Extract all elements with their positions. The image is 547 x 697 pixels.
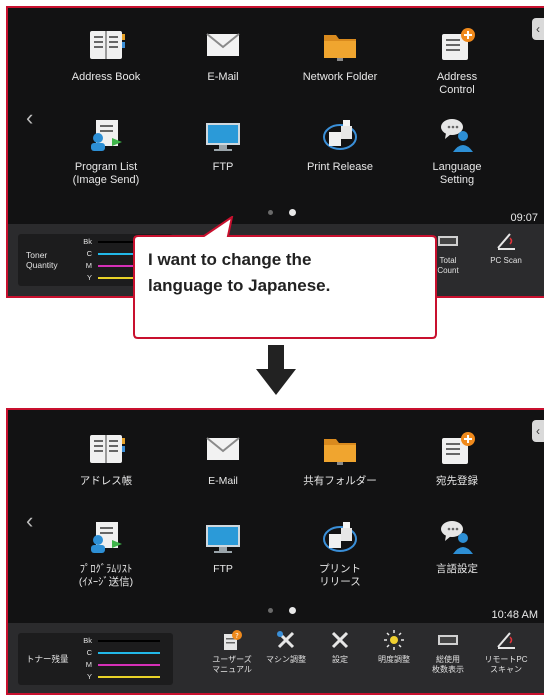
tile-label: E-Mail: [208, 475, 238, 487]
page-dot-active[interactable]: [289, 607, 296, 615]
tile-language-setting[interactable]: Language Setting: [402, 116, 512, 187]
tile-email[interactable]: E-Mail: [168, 26, 278, 84]
tile-email[interactable]: E-Mail: [168, 430, 278, 488]
network-folder-icon: [320, 26, 360, 64]
tile-label: 宛先登録: [436, 475, 478, 487]
tile-label: Address Control: [436, 71, 478, 96]
program-list-icon: [86, 116, 126, 154]
address-control-icon: [437, 26, 477, 64]
ftp-icon: [203, 116, 243, 154]
tile-address-control[interactable]: Address Control: [402, 26, 512, 97]
brightness-button[interactable]: 明度調整: [366, 629, 422, 665]
home-screen: ‹ ‹ アドレス帳 E-Mail 共有フォルダー 宛先登録 ﾌﾟﾛｸﾞﾗﾑﾘｽﾄ…: [8, 410, 544, 625]
tile-label: 共有フォルダー: [303, 475, 377, 487]
clock: 10:48 AM: [491, 609, 538, 621]
page-dot[interactable]: [268, 210, 273, 216]
toner-row-c: C: [78, 648, 168, 658]
tile-label: FTP: [213, 563, 233, 575]
prev-page-arrow-icon[interactable]: ‹: [26, 510, 33, 532]
email-icon: [203, 26, 243, 64]
user-manual-icon: ?: [221, 629, 243, 651]
tile-ftp[interactable]: FTP: [168, 116, 278, 174]
button-label: 総使用 枚数表示: [432, 655, 464, 674]
tile-label: E-Mail: [207, 71, 239, 83]
address-control-icon: [437, 430, 477, 468]
side-panel-tab[interactable]: ‹: [532, 18, 544, 40]
address-book-icon: [86, 26, 126, 64]
prev-page-arrow-icon[interactable]: ‹: [26, 107, 33, 129]
tile-address-book[interactable]: Address Book: [51, 26, 161, 84]
toner-level-bar: [98, 676, 160, 678]
tile-label: Address Book: [71, 71, 141, 83]
clock: 09:07: [510, 212, 538, 224]
pc-scan-icon: [495, 230, 517, 252]
tile-network-folder[interactable]: Network Folder: [285, 26, 395, 84]
button-label: PC Scan: [490, 256, 522, 265]
toner-level-bar: [98, 664, 160, 666]
system-bar: トナー残量 Bk C M Y ? ユーザーズ マニュアル マシン調整 設定 明度…: [8, 623, 544, 693]
tile-program-list[interactable]: Program List (Image Send): [51, 116, 161, 187]
language-setting-icon: [437, 518, 477, 556]
toner-row-m: M: [78, 660, 168, 670]
japanese-screen: ‹ ‹ アドレス帳 E-Mail 共有フォルダー 宛先登録 ﾌﾟﾛｸﾞﾗﾑﾘｽﾄ…: [6, 408, 544, 695]
toner-title: トナー残量: [26, 654, 69, 664]
counter-icon: [437, 629, 459, 651]
tile-label: 言語設定: [436, 563, 478, 575]
down-arrow-icon: [256, 345, 296, 395]
remote-pc-scan-button[interactable]: リモートPC スキャン: [478, 629, 534, 675]
callout-text: I want to change the language to Japanes…: [148, 250, 331, 295]
brightness-icon: [383, 629, 405, 651]
pc-scan-button[interactable]: PC Scan: [478, 230, 534, 266]
tile-label: Program List (Image Send): [72, 161, 140, 186]
user-manual-button[interactable]: ? ユーザーズ マニュアル: [204, 629, 260, 675]
tile-language-setting[interactable]: 言語設定: [402, 518, 512, 576]
tile-label: Network Folder: [302, 71, 378, 83]
print-release-icon: [320, 116, 360, 154]
settings-icon: [329, 629, 351, 651]
page-indicator: [268, 602, 312, 620]
machine-adjust-icon: [275, 629, 297, 651]
page-dot[interactable]: [268, 608, 273, 614]
tile-program-list[interactable]: ﾌﾟﾛｸﾞﾗﾑﾘｽﾄ (ｲﾒｰｼﾞ送信): [51, 518, 161, 589]
tile-label: FTP: [212, 161, 234, 173]
tile-label: プリント リリース: [319, 563, 361, 588]
pc-scan-icon: [495, 629, 517, 651]
tile-print-release[interactable]: プリント リリース: [285, 518, 395, 589]
print-release-icon: [320, 518, 360, 556]
button-label: マシン調整: [266, 655, 306, 664]
toner-row-bk: Bk: [78, 636, 168, 646]
tile-ftp[interactable]: FTP: [168, 518, 278, 576]
svg-text:?: ?: [235, 632, 239, 640]
tile-label: Language Setting: [432, 161, 482, 186]
tile-network-folder[interactable]: 共有フォルダー: [285, 430, 395, 488]
side-panel-tab[interactable]: ‹: [532, 420, 544, 442]
button-label: ユーザーズ マニュアル: [212, 655, 252, 674]
toner-title: Toner Quantity: [26, 250, 58, 270]
button-label: 明度調整: [378, 655, 410, 664]
tile-label: アドレス帳: [79, 475, 133, 487]
tile-address-control[interactable]: 宛先登録: [402, 430, 512, 488]
language-setting-icon: [437, 116, 477, 154]
address-book-icon: [86, 430, 126, 468]
home-screen: ‹ ‹ Address Book E-Mail Network Folder A…: [8, 8, 544, 226]
toner-level-bar: [98, 652, 160, 654]
settings-button[interactable]: 設定: [312, 629, 368, 665]
ftp-icon: [203, 518, 243, 556]
toner-quantity-panel[interactable]: トナー残量 Bk C M Y: [18, 633, 173, 685]
machine-adjust-button[interactable]: マシン調整: [258, 629, 314, 665]
program-list-icon: [86, 518, 126, 556]
tile-address-book[interactable]: アドレス帳: [51, 430, 161, 488]
button-label: リモートPC スキャン: [484, 655, 528, 674]
tile-label: ﾌﾟﾛｸﾞﾗﾑﾘｽﾄ (ｲﾒｰｼﾞ送信): [78, 563, 134, 588]
counter-icon: [437, 230, 459, 252]
toner-row-y: Y: [78, 672, 168, 682]
network-folder-icon: [320, 430, 360, 468]
tile-label: Print Release: [306, 161, 374, 173]
tile-print-release[interactable]: Print Release: [285, 116, 395, 174]
toner-level-bar: [98, 640, 160, 642]
total-count-button[interactable]: 総使用 枚数表示: [420, 629, 476, 675]
email-icon: [203, 430, 243, 468]
button-label: 設定: [332, 655, 348, 664]
